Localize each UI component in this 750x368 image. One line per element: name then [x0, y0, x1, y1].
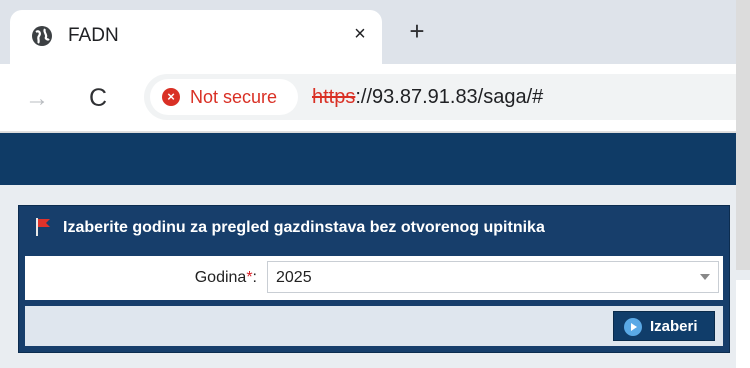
select-button[interactable]: Izaberi [613, 311, 715, 341]
url-path: ://93.87.91.83/saga/# [355, 86, 544, 108]
web-page: Izaberite godinu za pregled gazdinstava … [0, 133, 750, 368]
year-label-text: Godina [194, 269, 247, 286]
close-icon[interactable]: × [348, 22, 372, 46]
security-label: Not secure [190, 87, 278, 107]
year-select[interactable]: 2025 [267, 261, 719, 293]
select-button-label: Izaberi [650, 318, 698, 335]
new-tab-button[interactable]: + [404, 18, 430, 44]
year-field-label: Godina*: [25, 268, 257, 288]
chevron-down-icon[interactable] [700, 274, 710, 280]
crop-edge-bottom [736, 280, 750, 368]
panel-header: Izaberite godinu za pregled gazdinstava … [19, 206, 729, 250]
omnibox[interactable]: × Not secure https://93.87.91.83/saga/# [144, 74, 750, 120]
tab-fadn[interactable]: FADN × [10, 10, 382, 64]
year-selection-panel: Izaberite godinu za pregled gazdinstava … [18, 205, 730, 353]
flag-icon [36, 218, 50, 236]
screen: FADN × + → C × Not secure https://93.87.… [0, 0, 750, 368]
security-chip[interactable]: × Not secure [150, 79, 298, 115]
panel-title: Izaberite godinu za pregled gazdinstava … [63, 219, 545, 236]
form-row-year: Godina*: 2025 [25, 256, 723, 300]
address-bar-row: → C × Not secure https://93.87.91.83/sag… [0, 64, 750, 132]
page-body: Izaberite godinu za pregled gazdinstava … [0, 185, 750, 368]
url-text[interactable]: https://93.87.91.83/saga/# [312, 85, 543, 109]
crop-edge-top [736, 0, 750, 270]
not-secure-icon: × [162, 88, 180, 106]
url-protocol: https [312, 86, 356, 108]
button-row: Izaberi [25, 306, 723, 346]
label-colon: : [252, 269, 257, 286]
reload-icon[interactable]: C [84, 84, 112, 112]
forward-arrow-icon[interactable]: → [24, 86, 50, 112]
tab-title: FADN [68, 25, 119, 46]
year-select-value: 2025 [276, 269, 312, 286]
tab-strip: FADN × + [0, 0, 750, 64]
app-top-bar [0, 133, 750, 185]
globe-icon [32, 26, 52, 46]
play-circle-icon [624, 318, 642, 336]
